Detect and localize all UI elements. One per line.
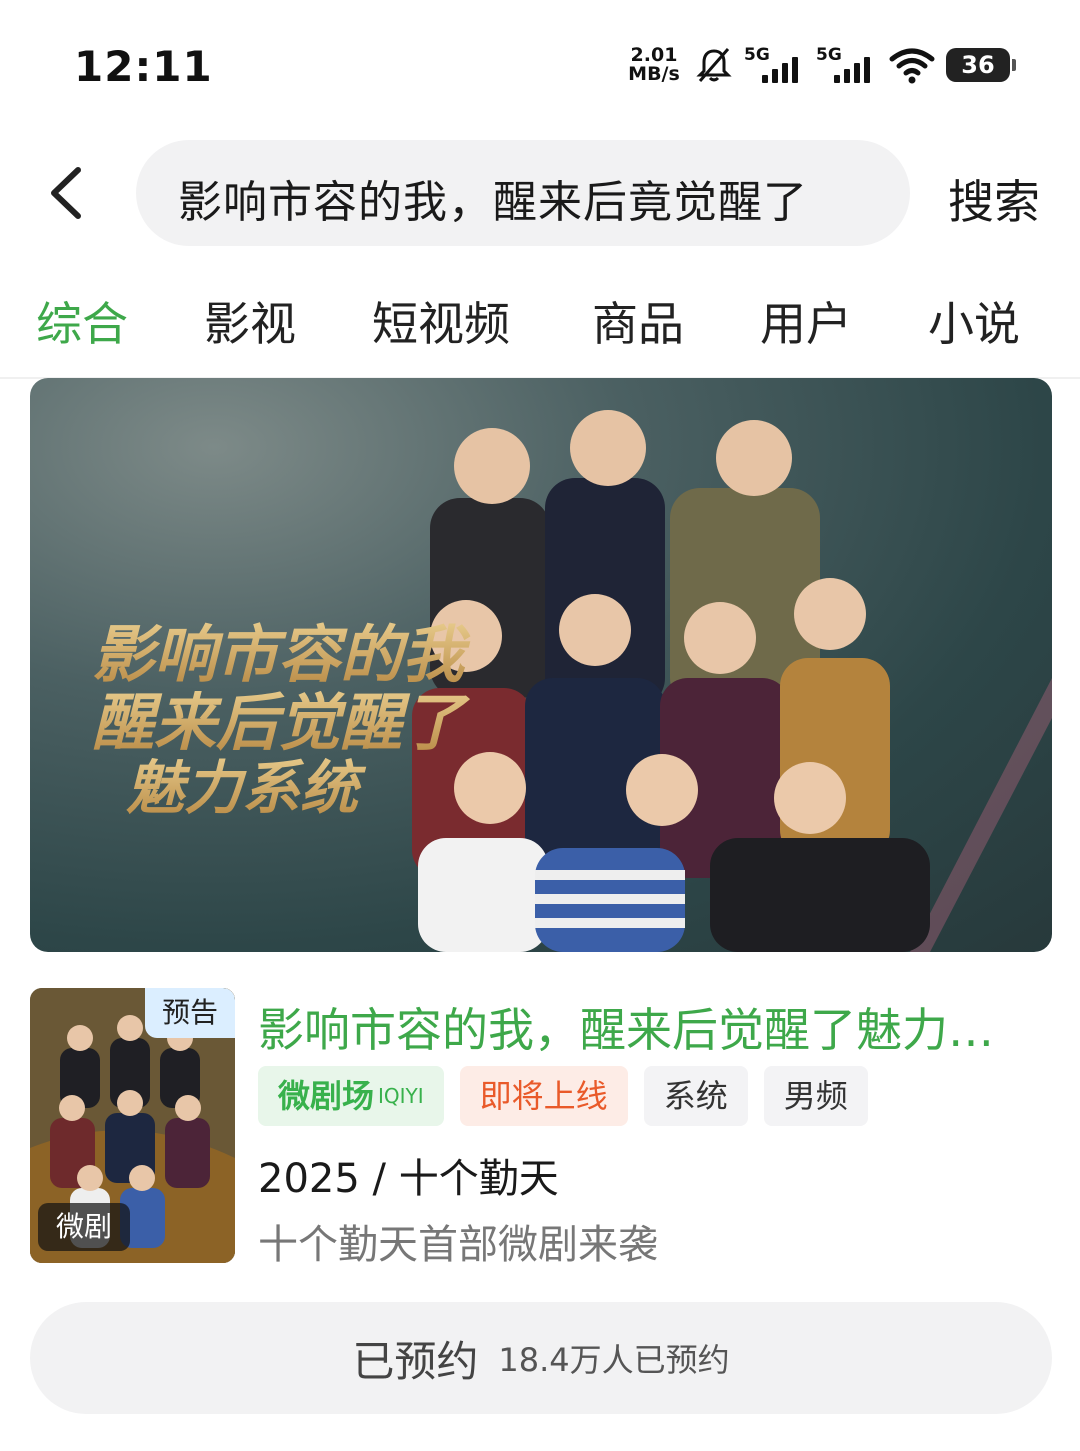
search-row: 影响市容的我，醒来后竟觉醒了 搜索 bbox=[0, 140, 1080, 246]
reserve-label: 已预约 bbox=[352, 1336, 479, 1386]
platform-tag-sub: IQIYI bbox=[378, 1084, 424, 1108]
search-query-text[interactable]: 影响市容的我，醒来后竟觉醒了 bbox=[178, 166, 808, 230]
cast-group-illustration bbox=[412, 410, 930, 952]
genre-tag-system[interactable]: 系统 bbox=[643, 1066, 748, 1126]
back-arrow-icon[interactable] bbox=[40, 160, 100, 226]
banner-image[interactable]: 影响市容的我 醒来后觉醒了 魅力系统 bbox=[30, 378, 1052, 952]
genre-tag-male[interactable]: 男频 bbox=[763, 1066, 868, 1126]
tab-short-video[interactable]: 短视频 bbox=[372, 288, 510, 354]
reserve-button[interactable]: 已预约 18.4万人已预约 bbox=[30, 1302, 1052, 1414]
network-speed-unit: MB/s bbox=[628, 63, 680, 85]
bell-muted-icon bbox=[696, 48, 732, 82]
svg-text:影响市容的我: 影响市容的我 bbox=[92, 622, 471, 690]
status-time: 12:11 bbox=[74, 42, 213, 91]
tab-products[interactable]: 商品 bbox=[592, 288, 684, 354]
status-bar: 12:11 2.01 MB/s 5G 5G 36 bbox=[0, 0, 1080, 120]
preview-badge: 预告 bbox=[145, 988, 235, 1038]
banner-artwork: 影响市容的我 醒来后觉醒了 魅力系统 bbox=[92, 410, 1052, 952]
micro-drama-badge: 微剧 bbox=[38, 1203, 130, 1251]
signal-1-icon: 5G bbox=[744, 45, 806, 85]
battery-icon: 36 bbox=[946, 48, 1016, 82]
tab-film-tv[interactable]: 影视 bbox=[204, 288, 296, 354]
tab-comprehensive[interactable]: 综合 bbox=[36, 288, 128, 354]
network-speed: 2.01 MB/s bbox=[624, 46, 684, 84]
search-input[interactable]: 影响市容的我，醒来后竟觉醒了 bbox=[136, 140, 910, 246]
wifi-icon bbox=[889, 48, 935, 84]
result-tags: 微剧场 IQIYI 即将上线 系统 男频 bbox=[258, 1066, 868, 1126]
tab-users[interactable]: 用户 bbox=[760, 288, 852, 354]
category-tabs: 综合 影视 短视频 商品 用户 小说 bbox=[0, 288, 1080, 358]
result-title[interactable]: 影响市容的我，醒来后觉醒了魅力… bbox=[258, 994, 1058, 1060]
svg-text:醒来后觉醒了: 醒来后觉醒了 bbox=[92, 690, 471, 758]
search-results-page: 12:11 2.01 MB/s 5G 5G 36 影响市容的我，醒来后竟觉醒了 … bbox=[0, 0, 1080, 1451]
result-meta: 2025 / 十个勤天 bbox=[258, 1156, 559, 1202]
result-poster[interactable]: 预告 微剧 bbox=[30, 988, 235, 1263]
coming-soon-tag: 即将上线 bbox=[459, 1066, 628, 1126]
svg-text:魅力系统: 魅力系统 bbox=[126, 756, 367, 821]
search-button[interactable]: 搜索 bbox=[948, 166, 1040, 232]
result-description: 十个勤天首部微剧来袭 bbox=[258, 1222, 658, 1268]
signal-2-icon: 5G bbox=[816, 45, 878, 85]
reserve-count: 18.4万人已预约 bbox=[498, 1341, 730, 1379]
platform-tag[interactable]: 微剧场 IQIYI bbox=[258, 1066, 444, 1126]
status-icons: 2.01 MB/s 5G 5G 36 bbox=[624, 40, 1016, 90]
tab-novels[interactable]: 小说 bbox=[928, 288, 1020, 354]
platform-tag-label: 微剧场 bbox=[278, 1077, 375, 1115]
